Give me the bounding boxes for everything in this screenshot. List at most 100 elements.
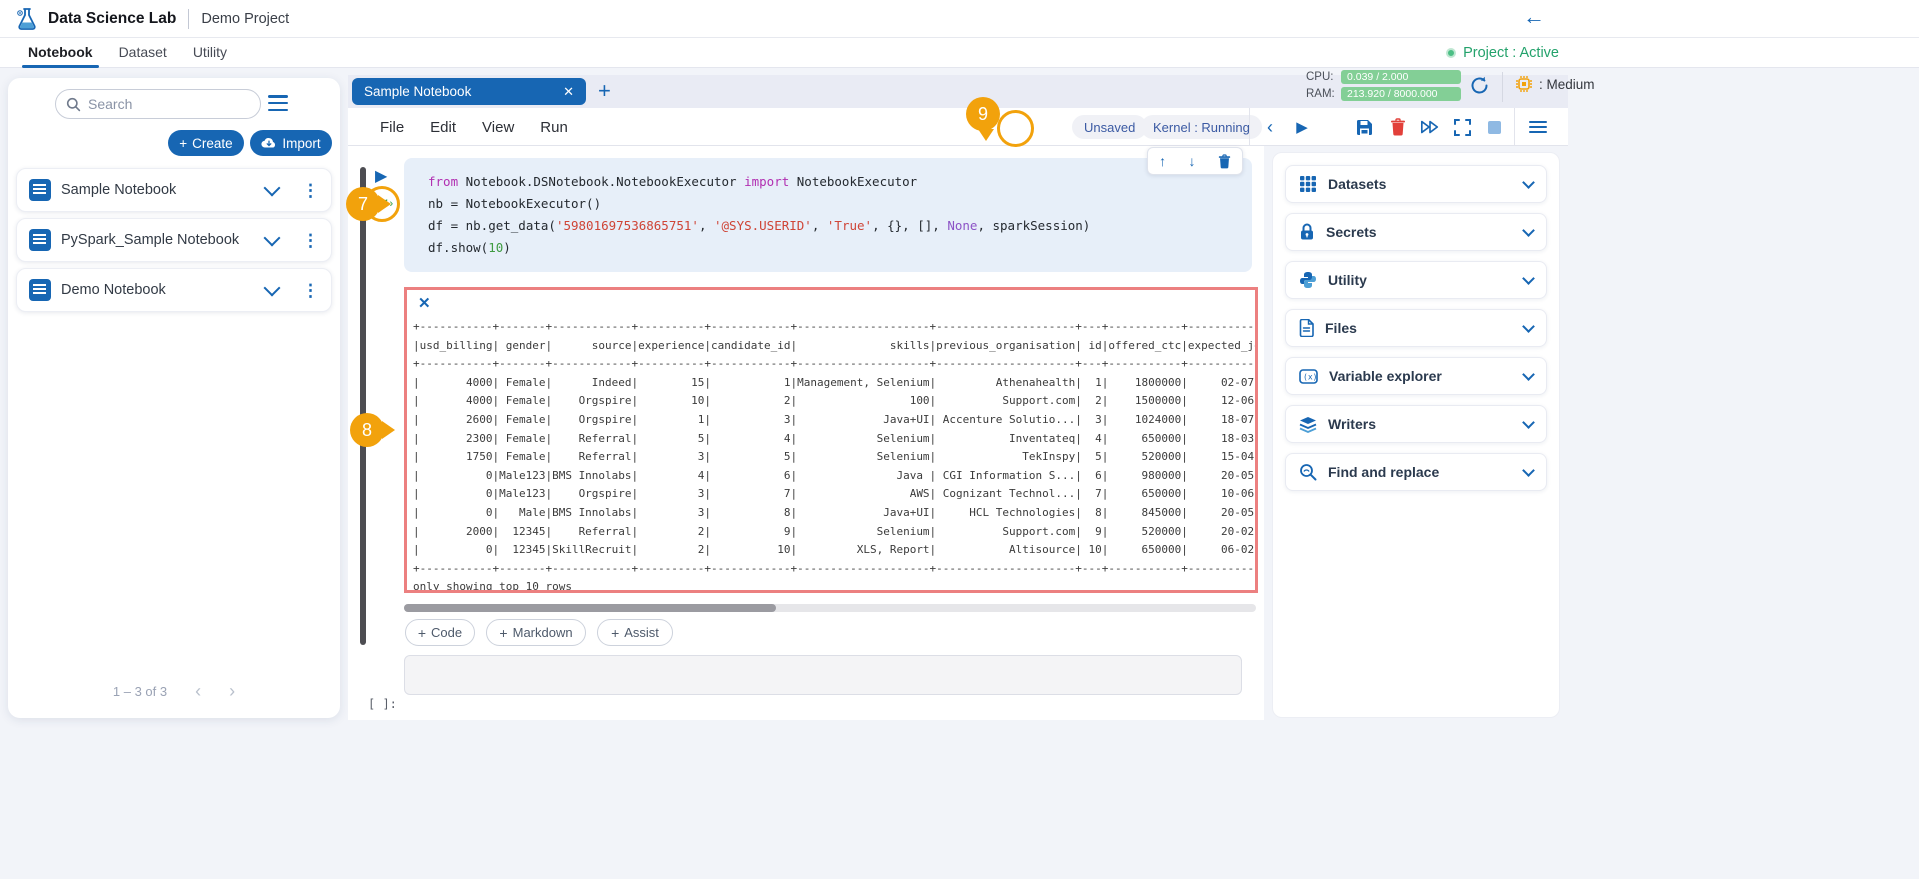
add-code-button[interactable]: + Code	[405, 619, 475, 646]
open-notebook-tab[interactable]: Sample Notebook ✕	[352, 78, 586, 105]
page-next-icon[interactable]: ›	[229, 681, 235, 702]
sidebar-filter-menu-icon[interactable]	[268, 95, 288, 111]
kebab-menu-icon[interactable]: ⋮	[302, 182, 319, 199]
save-notebook-icon[interactable]	[1354, 117, 1374, 137]
add-markdown-button[interactable]: + Markdown	[486, 619, 586, 646]
notebook-item-label: Sample Notebook	[61, 182, 256, 198]
run-all-cells-icon[interactable]	[1420, 117, 1440, 137]
svg-text:(x): (x)	[1303, 372, 1317, 381]
cell-prompt: [ ]:	[368, 697, 397, 711]
delete-cell-mini-icon[interactable]	[1218, 154, 1231, 169]
toolbar-menu-icon[interactable]	[1528, 117, 1548, 137]
panel-item-secrets[interactable]: Secrets	[1285, 213, 1547, 251]
annotation-pin-7: 7	[346, 187, 380, 221]
menu-edit[interactable]: Edit	[430, 119, 456, 136]
notebook-icon	[29, 229, 51, 251]
menu-view[interactable]: View	[482, 119, 514, 136]
search-box[interactable]	[55, 89, 261, 119]
kebab-menu-icon[interactable]: ⋮	[302, 232, 319, 249]
close-output-icon[interactable]: ✕	[418, 294, 431, 312]
new-tab-icon[interactable]: +	[598, 78, 611, 104]
annotation-pin-8: 8	[350, 413, 384, 447]
status-dot-icon	[1446, 48, 1456, 58]
run-all-icon[interactable]: ▶	[1292, 117, 1312, 137]
notebook-icon	[29, 279, 51, 301]
chevron-down-icon[interactable]	[1522, 224, 1535, 237]
project-name: Demo Project	[201, 11, 289, 27]
stop-kernel-icon[interactable]	[1484, 117, 1504, 137]
panel-item-find-replace[interactable]: Find and replace	[1285, 453, 1547, 491]
move-cell-down-icon[interactable]: ↓	[1188, 153, 1195, 169]
writers-icon	[1299, 416, 1317, 433]
notebook-toolbar: File Edit View Run Unsaved Kernel : Runn…	[348, 108, 1568, 146]
import-button[interactable]: Import	[250, 130, 332, 156]
chevron-down-icon[interactable]	[264, 179, 281, 196]
code-cell[interactable]: from Notebook.DSNotebook.NotebookExecuto…	[404, 158, 1252, 272]
save-state-badge: Unsaved	[1072, 115, 1147, 139]
annotation-ring-9	[997, 110, 1034, 147]
menu-run[interactable]: Run	[540, 119, 568, 136]
kernel-status-badge: Kernel : Running	[1141, 115, 1262, 139]
chevron-down-icon[interactable]	[1522, 272, 1535, 285]
tab-dataset[interactable]: Dataset	[119, 44, 167, 62]
panel-item-files[interactable]: Files	[1285, 309, 1547, 347]
app-title: Data Science Lab	[48, 10, 176, 28]
cloud-import-icon	[261, 137, 277, 149]
create-button-label: Create	[192, 136, 233, 151]
toolbar-divider	[1514, 108, 1515, 146]
secrets-icon	[1299, 223, 1315, 241]
panel-item-utility[interactable]: Utility	[1285, 261, 1547, 299]
vertical-scrollbar[interactable]	[360, 167, 366, 645]
datasets-icon	[1299, 175, 1317, 193]
refresh-resources-icon[interactable]	[1469, 75, 1490, 96]
search-input[interactable]	[88, 96, 238, 112]
tab-notebook[interactable]: Notebook	[28, 44, 93, 62]
sidebar-item-pyspark-sample-notebook[interactable]: PySpark_Sample Notebook ⋮	[16, 218, 332, 262]
delete-cell-icon[interactable]	[1388, 117, 1408, 137]
annotation-pin-9: 9	[966, 97, 1000, 131]
sidebar-item-sample-notebook[interactable]: Sample Notebook ⋮	[16, 168, 332, 212]
panel-item-variable-explorer[interactable]: (x) Variable explorer	[1285, 357, 1547, 395]
notebook-item-label: Demo Notebook	[61, 282, 256, 298]
instance-size-label: : Medium	[1539, 77, 1595, 92]
tab-utility[interactable]: Utility	[193, 44, 227, 62]
plus-icon: +	[611, 625, 619, 641]
close-tab-icon[interactable]: ✕	[563, 84, 574, 100]
code-lines: from Notebook.DSNotebook.NotebookExecuto…	[428, 171, 1252, 259]
chevron-down-icon[interactable]	[1522, 320, 1535, 333]
right-tools-panel: Datasets Secrets Utility Files (x) Varia…	[1272, 152, 1560, 718]
utility-icon	[1299, 271, 1317, 289]
notebook-icon	[29, 179, 51, 201]
chevron-down-icon[interactable]	[264, 279, 281, 296]
move-cell-up-icon[interactable]: ↑	[1159, 153, 1166, 169]
add-markdown-label: Markdown	[513, 625, 573, 640]
panel-item-writers[interactable]: Writers	[1285, 405, 1547, 443]
chevron-down-icon[interactable]	[1522, 416, 1535, 429]
create-button[interactable]: + Create	[168, 130, 244, 156]
empty-cell[interactable]	[404, 655, 1242, 695]
notebook-sidebar: + Create Import Sample Notebook ⋮ PySpar…	[8, 78, 340, 718]
chevron-down-icon[interactable]	[1522, 368, 1535, 381]
panel-item-datasets[interactable]: Datasets	[1285, 165, 1547, 203]
sidebar-item-demo-notebook[interactable]: Demo Notebook ⋮	[16, 268, 332, 312]
page-prev-icon[interactable]: ‹	[195, 681, 201, 702]
fullscreen-icon[interactable]	[1452, 117, 1472, 137]
top-header: Data Science Lab Demo Project	[0, 0, 1919, 38]
variable-explorer-icon: (x)	[1299, 369, 1318, 384]
chevron-down-icon[interactable]	[1522, 464, 1535, 477]
search-icon	[66, 97, 81, 112]
chevron-down-icon[interactable]	[264, 229, 281, 246]
chevron-down-icon[interactable]	[1522, 176, 1535, 189]
menu-file[interactable]: File	[380, 119, 404, 136]
add-assist-button[interactable]: + Assist	[597, 619, 673, 646]
sidebar-pagination: 1 – 3 of 3 ‹ ›	[8, 681, 340, 702]
horizontal-scrollbar[interactable]	[404, 604, 1256, 612]
panel-item-label: Writers	[1328, 416, 1513, 432]
scrollbar-thumb[interactable]	[404, 604, 776, 612]
kebab-menu-icon[interactable]: ⋮	[302, 282, 319, 299]
back-arrow-icon[interactable]: ←	[1523, 4, 1545, 30]
resources-divider	[1502, 72, 1503, 102]
find-replace-icon	[1299, 463, 1317, 481]
run-cell-icon[interactable]: ▶	[375, 166, 387, 186]
collapse-toolbar-icon[interactable]: ‹	[1260, 117, 1280, 137]
